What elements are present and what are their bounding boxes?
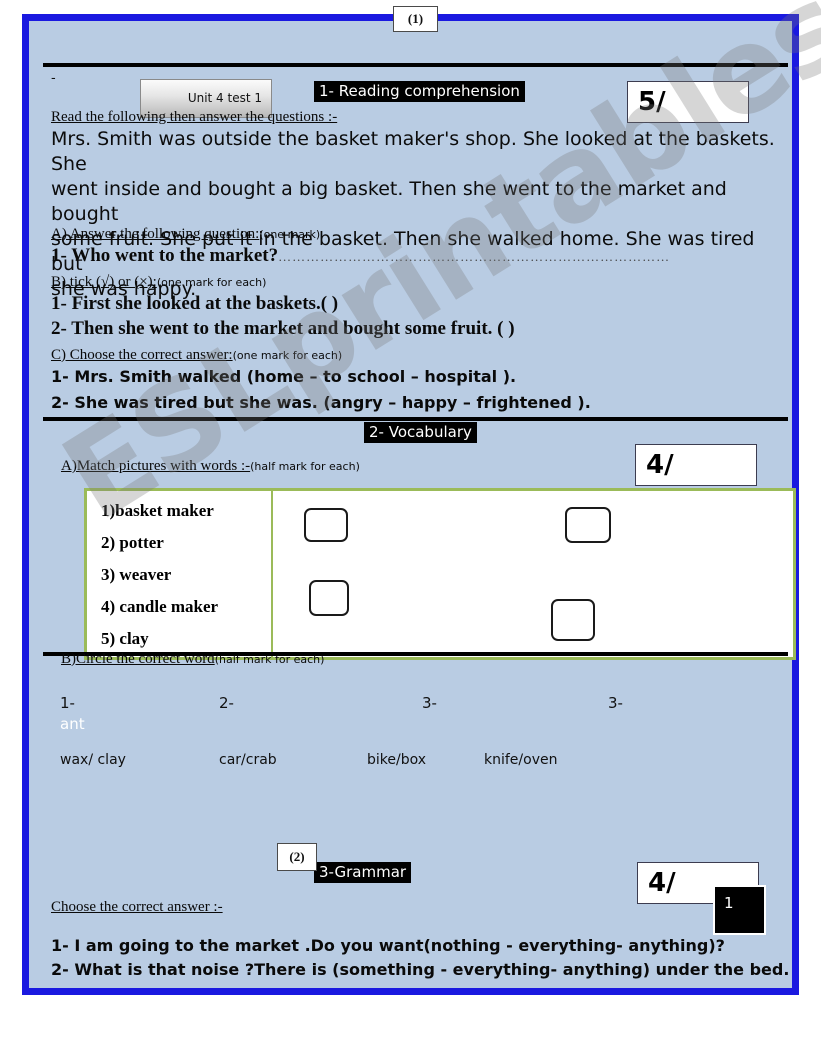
match-answer-box[interactable]: [551, 599, 595, 641]
reading-question-b2: 2- Then she went to the market and bough…: [51, 318, 515, 339]
reading-question-c2: 2- She was tired but she was. (angry – h…: [51, 393, 591, 412]
circle-word-number: 3-: [422, 694, 437, 712]
reading-question-b1: 1- First she looked at the baskets.( ): [51, 293, 339, 314]
circle-word-label-ant: ant: [60, 715, 85, 733]
reading-question-a1: 1- Who went to the market?………………………………………: [51, 245, 670, 267]
grammar-question-1: 1- I am going to the market .Do you want…: [51, 936, 725, 955]
circle-word-options[interactable]: bike/box: [367, 752, 426, 768]
vocabulary-part-a-heading: A)Match pictures with words :-(half mark…: [61, 458, 360, 475]
question-text: 1- Who went to the market?: [51, 245, 279, 266]
divider-rule-top: [43, 63, 788, 67]
part-c-mark-note: (one mark for each): [232, 349, 343, 362]
part-a-heading-text: A) Answer the following question:: [51, 226, 260, 242]
circle-word-options[interactable]: knife/oven: [484, 752, 557, 768]
part-c-heading-text: C) Choose the correct answer:: [51, 347, 233, 363]
circle-word-options[interactable]: car/crab: [219, 752, 277, 768]
passage-line: went inside and bought a big basket. The…: [51, 178, 727, 225]
black-number-tag: 1: [713, 885, 766, 935]
section-label-grammar: 3-Grammar: [314, 862, 412, 883]
circle-word-number: 1-: [60, 694, 75, 712]
match-mark-note: (half mark for each): [250, 460, 360, 473]
divider-rule-vocabulary: [43, 417, 788, 421]
worksheet-page: - Unit 4 test 1 1- Reading comprehension…: [22, 14, 799, 995]
grammar-question-2: 2- What is that noise ?There is (somethi…: [51, 960, 790, 979]
circle-word-mark-note: (half mark for each): [214, 653, 325, 666]
match-exercise-box: 1)basket maker 2) potter 3) weaver 4) ca…: [84, 488, 796, 660]
match-answer-box[interactable]: [309, 580, 349, 616]
match-word-list: 1)basket maker 2) potter 3) weaver 4) ca…: [87, 491, 273, 657]
dash-mark: -: [51, 71, 56, 86]
circle-word-options[interactable]: wax/ clay: [60, 752, 126, 768]
page-background: - Unit 4 test 1 1- Reading comprehension…: [29, 21, 796, 988]
section-label-vocabulary: 2- Vocabulary: [364, 422, 477, 443]
match-word-item: 3) weaver: [101, 565, 172, 584]
reading-part-b-heading: B) tick (√) or (×):(one mark for each): [51, 274, 266, 291]
match-heading-text: A)Match pictures with words :-: [61, 458, 251, 474]
part-b-mark-note: (one mark for each): [156, 276, 267, 289]
part-a-mark-note: (one mark): [259, 228, 321, 241]
match-word-item: 2) potter: [101, 533, 164, 552]
circle-word-heading-text: B)Circle the correct word: [61, 651, 215, 667]
grammar-instruction: Choose the correct answer :-: [51, 899, 223, 915]
passage-line: Mrs. Smith was outside the basket maker'…: [51, 128, 775, 175]
reading-part-a-heading: A) Answer the following question:(one ma…: [51, 226, 320, 243]
match-word-item: 5) clay: [101, 629, 149, 648]
page-number-chip-top: (1): [393, 6, 438, 32]
reading-question-c1: 1- Mrs. Smith walked (home – to school –…: [51, 367, 517, 386]
reading-instruction: Read the following then answer the quest…: [51, 109, 338, 125]
part-b-heading-text: B) tick (√) or (×):: [51, 274, 157, 290]
reading-part-c-heading: C) Choose the correct answer: (one mark …: [51, 347, 342, 364]
answer-dotted-line[interactable]: …………………………………………………………………………: [278, 249, 670, 264]
page-number-chip-bottom: (2): [277, 843, 317, 871]
score-box-reading[interactable]: 5/: [627, 81, 749, 123]
vocabulary-part-b-heading: B)Circle the correct word (half mark for…: [61, 651, 324, 668]
match-answer-box[interactable]: [565, 507, 611, 543]
match-word-item: 4) candle maker: [101, 597, 219, 616]
match-answer-box[interactable]: [304, 508, 348, 542]
circle-word-number: 3-: [608, 694, 623, 712]
circle-word-number: 2-: [219, 694, 234, 712]
section-label-reading: 1- Reading comprehension: [314, 81, 525, 102]
match-word-item: 1)basket maker: [101, 501, 214, 520]
score-box-vocabulary[interactable]: 4/: [635, 444, 757, 486]
